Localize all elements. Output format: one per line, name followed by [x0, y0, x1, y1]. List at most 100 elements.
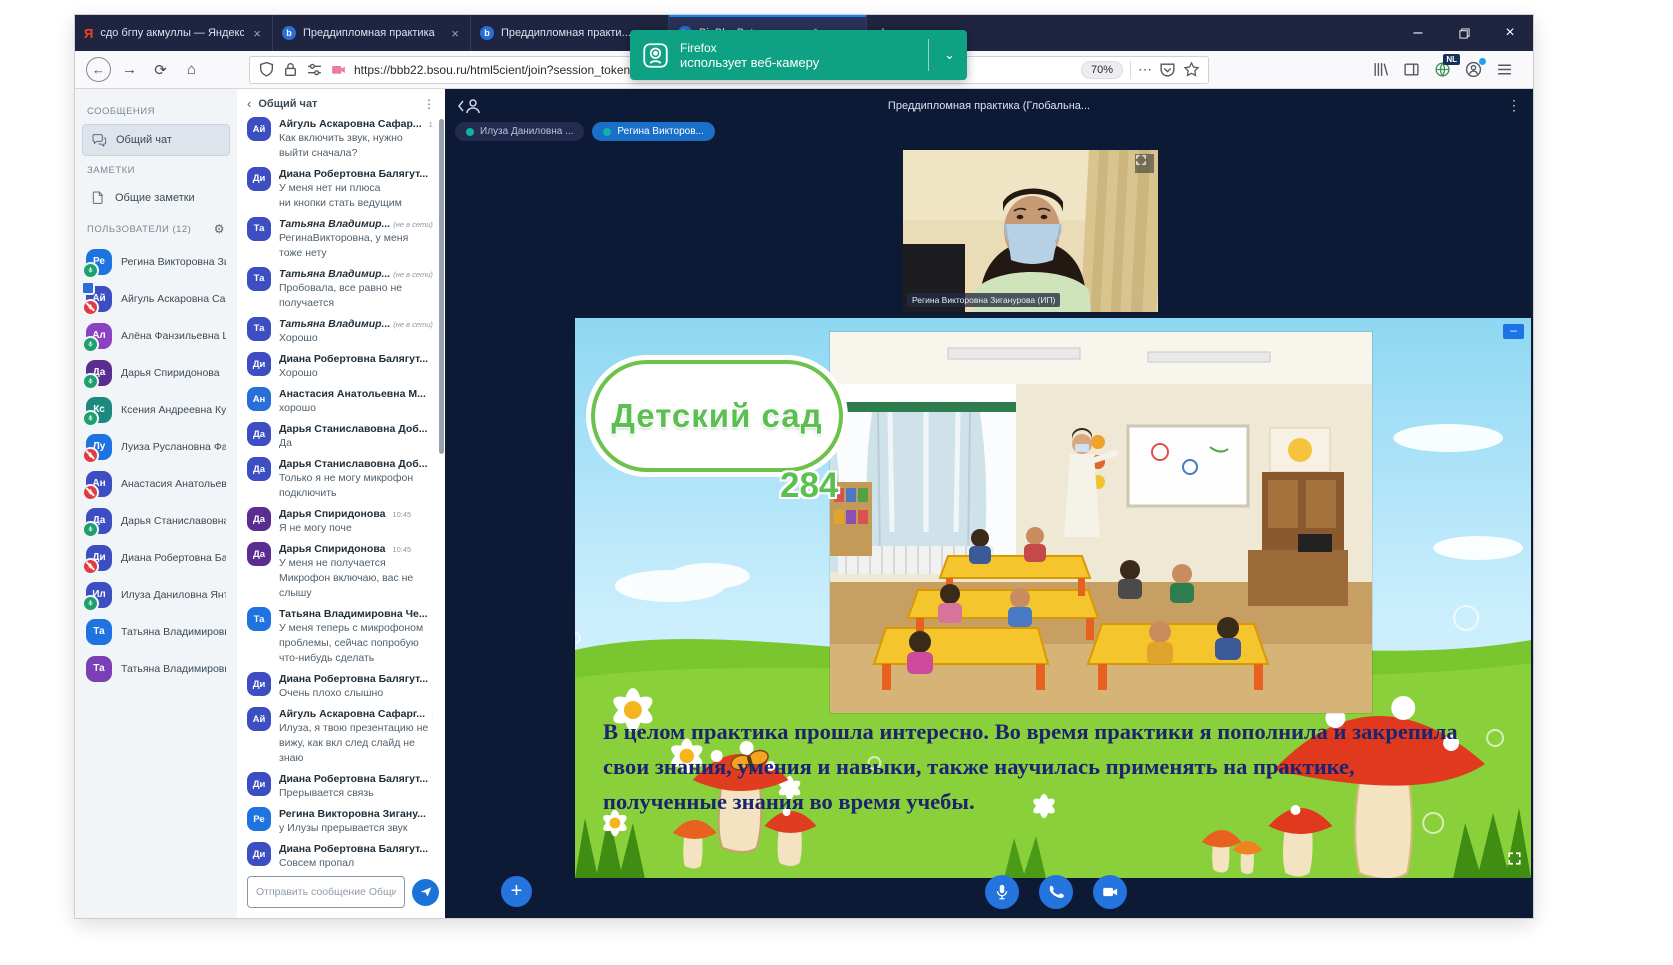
library-icon[interactable]	[1372, 61, 1389, 78]
user-avatar: Ан	[86, 471, 112, 497]
webcam-sharing-notification[interactable]: Firefox использует веб-камеру ⌄	[630, 30, 967, 80]
meeting-options-icon[interactable]: ⋮	[1507, 97, 1521, 114]
sidebars-icon[interactable]	[1403, 61, 1420, 78]
tab-title: сдо бгпу акмуллы — Яндекс...	[100, 27, 244, 39]
bbb-favicon-icon: b	[480, 26, 494, 40]
video-camera-icon	[1101, 883, 1119, 901]
stop-webcam-button[interactable]	[1093, 875, 1127, 909]
shield-icon[interactable]	[258, 61, 275, 78]
microphone-icon	[993, 883, 1011, 901]
message-author: Татьяна Владимир...	[279, 268, 390, 280]
user-avatar: Ди	[86, 545, 112, 571]
user-avatar: Та	[86, 619, 112, 645]
message-text: Я не могу поче	[279, 521, 433, 536]
page-actions-icon[interactable]: ⋯	[1138, 61, 1152, 78]
minimize-presentation-button[interactable]: –	[1503, 324, 1524, 339]
send-message-button[interactable]	[412, 879, 439, 906]
chat-scrollbar[interactable]	[439, 119, 444, 454]
user-name: Айгуль Аскаровна Сафарга...	[121, 293, 226, 305]
sidebar-item-public-chat[interactable]: Общий чат	[82, 124, 230, 156]
message-author: Айгуль Аскаровна Сафар...	[279, 118, 422, 130]
slide-text-line: В целом практика прошла интересно. Во вр…	[603, 715, 1503, 750]
mic-status-badge	[82, 262, 99, 279]
chat-message: Ан Анастасия Анатольевна М... 10:28 хоро…	[247, 387, 433, 416]
webcam-name-label: Регина Викторовна Зиганурова (ИП)	[907, 293, 1060, 307]
home-button[interactable]: ⌂	[178, 56, 205, 83]
reload-button[interactable]: ⟳	[147, 56, 174, 83]
camera-permission-icon[interactable]	[330, 61, 347, 78]
user-list-item[interactable]: Лу Луиза Руслановна Файзул...	[82, 428, 230, 465]
talking-indicator-pill[interactable]: Регина Викторов...	[592, 122, 714, 141]
user-list-item[interactable]: Та Татьяна Владимировна Чер...	[82, 650, 230, 687]
classroom-photo	[830, 332, 1372, 713]
message-avatar: Та	[247, 217, 271, 241]
tab-close-icon[interactable]: ×	[251, 26, 263, 41]
mic-status-badge	[82, 410, 99, 427]
message-text: Илуза, я твою презентацию не вижу, как в…	[279, 721, 433, 766]
slide-text-line: свои знания, умения и навыки, также науч…	[603, 750, 1503, 785]
user-list-item[interactable]: Ал Алёна Фанзильевна Шайху...	[82, 317, 230, 354]
talking-indicator-pill[interactable]: Илуза Даниловна ...	[455, 122, 584, 141]
user-avatar: Да	[86, 360, 112, 386]
offline-label: (не в сети)	[393, 270, 433, 279]
user-name: Татьяна Владимировна Чер...	[121, 663, 226, 675]
chat-message-input[interactable]	[247, 876, 405, 908]
user-list-item[interactable]: Кс Ксения Андреевна Кулемза...	[82, 391, 230, 428]
sidebar-item-shared-notes[interactable]: Общие заметки	[82, 183, 230, 213]
bookmark-star-icon[interactable]	[1183, 61, 1200, 78]
chat-message-list: Ай Айгуль Аскаровна Сафар... 10:26 Как в…	[237, 115, 445, 868]
leave-audio-button[interactable]	[1039, 875, 1073, 909]
back-button[interactable]: ←	[85, 56, 112, 83]
chat-back-chevron-icon[interactable]: ‹	[247, 96, 251, 111]
message-author: Дарья Спиридонова	[279, 508, 385, 520]
presentation-fullscreen-icon[interactable]	[1507, 851, 1522, 871]
message-time: 10:45	[392, 510, 411, 519]
chat-options-icon[interactable]: ⋮	[423, 97, 435, 111]
notification-divider	[928, 39, 929, 71]
user-list-item[interactable]: Ди Диана Робертовна Балягут...	[82, 539, 230, 576]
actions-plus-button[interactable]: +	[501, 876, 532, 907]
window-close-button[interactable]: ×	[1487, 15, 1533, 51]
message-avatar: Ай	[247, 707, 271, 731]
user-list-item[interactable]: Та Татьяна Владимировна Чер...	[82, 613, 230, 650]
message-text: Пробовала, все равно не получается	[279, 281, 433, 311]
manage-users-gear-icon[interactable]: ⚙	[214, 222, 225, 236]
user-list-item[interactable]: Ан Анастасия Анатольевна Ма...	[82, 465, 230, 502]
menu-hamburger-icon[interactable]	[1496, 61, 1513, 78]
window-restore-button[interactable]	[1441, 15, 1487, 51]
pocket-icon[interactable]	[1159, 61, 1176, 78]
slide-logo-title: Детский сад	[611, 397, 822, 435]
mute-microphone-button[interactable]	[985, 875, 1019, 909]
chat-message: Ди Диана Робертовна Балягут... 10:26 У м…	[247, 167, 433, 211]
tab-close-icon[interactable]: ×	[449, 26, 461, 41]
user-list-item[interactable]: Да Дарья Спиридонова	[82, 354, 230, 391]
account-icon[interactable]	[1465, 61, 1482, 78]
lock-icon[interactable]	[282, 61, 299, 78]
user-name: Регина Викторовна Зиг... (Вы)	[121, 256, 226, 268]
user-list-item[interactable]: Ил Илуза Даниловна Янтимир...	[82, 576, 230, 613]
notification-message: использует веб-камеру	[680, 55, 819, 70]
window-minimize-button[interactable]: –	[1395, 15, 1441, 51]
browser-window: Я сдо бгпу акмуллы — Яндекс... × b Предд…	[75, 15, 1533, 918]
extension-globe-icon[interactable]: NL	[1434, 61, 1451, 78]
user-list-item[interactable]: Да Дарья Станиславовна Доб...	[82, 502, 230, 539]
webcam-fullscreen-icon[interactable]	[1135, 154, 1154, 173]
user-avatar: Ай	[86, 286, 112, 312]
user-list-item[interactable]: Ре Регина Викторовна Зиг... (Вы)	[82, 243, 230, 280]
chat-message: Та Татьяна Владимир... (не в сети) 10:27…	[247, 267, 433, 311]
forward-button[interactable]: →	[116, 56, 143, 83]
user-name: Татьяна Владимировна Чер...	[121, 626, 226, 638]
browser-tab[interactable]: b Преддипломная практика ×	[273, 15, 471, 51]
browser-tab[interactable]: Я сдо бгпу акмуллы — Яндекс... ×	[75, 15, 273, 51]
message-author: Диана Робертовна Балягут...	[279, 353, 428, 365]
presentation-slide[interactable]: Детский сад 284 В целом практика прошла …	[575, 318, 1531, 878]
chat-message: Да Дарья Станиславовна Доб... 10:44 Толь…	[247, 457, 433, 501]
bbb-nav-panel: СООБЩЕНИЯ Общий чат ЗАМЕТКИ Общие заметк…	[75, 89, 237, 918]
yandex-favicon-icon: Я	[84, 26, 93, 41]
user-list-item[interactable]: Ай Айгуль Аскаровна Сафарга...	[82, 280, 230, 317]
permissions-icon[interactable]	[306, 61, 323, 78]
notification-chevron-icon[interactable]: ⌄	[940, 47, 955, 63]
webcam-video[interactable]: Регина Викторовна Зиганурова (ИП)	[903, 150, 1158, 312]
zoom-level-badge[interactable]: 70%	[1081, 61, 1123, 79]
chat-bubbles-icon	[91, 132, 107, 148]
